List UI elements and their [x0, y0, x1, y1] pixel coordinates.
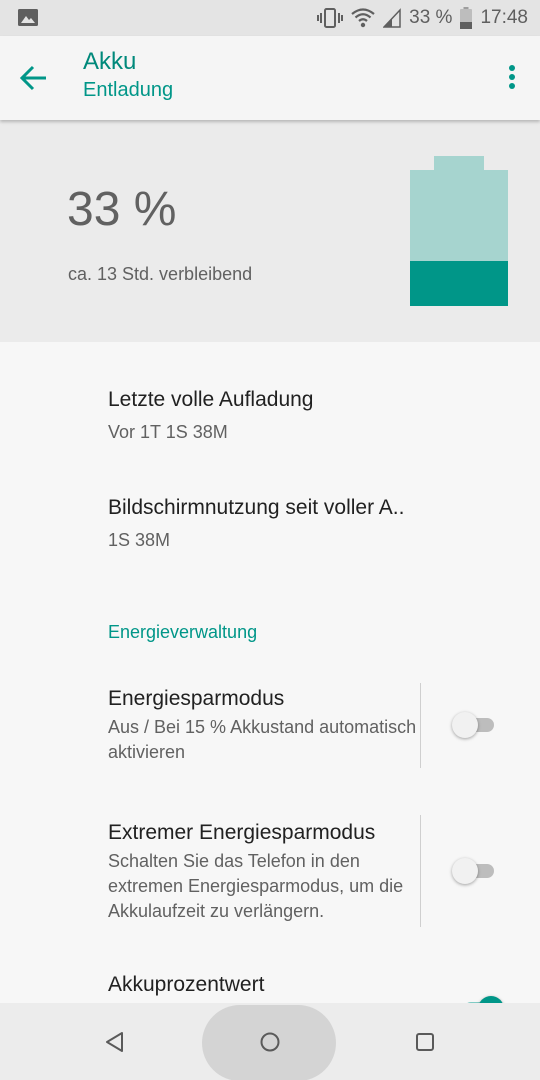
battery-remaining-time: ca. 13 Std. verbleibend	[68, 264, 253, 284]
list-item-title: Bildschirmnutzung seit voller A..	[108, 496, 405, 519]
screen-usage-item[interactable]: Bildschirmnutzung seit voller A.. 1S 38M	[108, 496, 404, 552]
more-vert-icon	[509, 65, 515, 89]
list-item-summary: Vor 1T 1S 38M	[108, 422, 228, 442]
nav-home-icon-wrap	[245, 1003, 295, 1080]
back-triangle-icon	[106, 1031, 123, 1052]
switch-thumb	[452, 858, 478, 884]
switch-thumb	[452, 712, 478, 738]
pref-title: Energiesparmodus	[108, 687, 285, 710]
nav-recents-button[interactable]	[400, 1003, 450, 1080]
pref-summary: Aus / Bei 15 % Akkustand automatisch akt…	[108, 717, 417, 762]
section-header-power-management: Energieverwaltung	[108, 622, 258, 642]
page-title: Akku	[83, 48, 137, 75]
last-full-charge-item[interactable]: Letzte volle Aufladung Vor 1T 1S 38M	[108, 388, 314, 444]
status-time: 17:48	[480, 7, 528, 28]
nav-back-button[interactable]	[90, 1003, 140, 1080]
status-bar: 33 % 17:48	[0, 0, 540, 36]
extreme-battery-saver-switch[interactable]	[452, 856, 498, 886]
arrow-back-icon	[19, 65, 46, 91]
divider	[420, 683, 421, 768]
pref-title: Extremer Energiesparmodus	[108, 821, 376, 844]
app-bar: Akku Entladung	[0, 36, 540, 120]
wifi-icon	[351, 8, 375, 28]
pref-summary: Schalten Sie das Telefon in den extremen…	[108, 851, 404, 921]
battery-summary: 33 % ca. 13 Std. verbleibend	[0, 120, 540, 342]
extreme-battery-saver-pref[interactable]: Extremer Energiesparmodus Schalten Sie d…	[108, 821, 418, 924]
list-item-title: Letzte volle Aufladung	[108, 388, 314, 411]
battery-cap	[434, 156, 484, 170]
battery-level-graphic	[410, 156, 508, 306]
battery-percentage-pref[interactable]: Akkuprozentwert	[108, 973, 418, 997]
status-battery-text: 33 %	[409, 7, 453, 28]
home-circle-icon	[260, 1032, 280, 1051]
divider	[420, 815, 421, 927]
pref-title: Akkuprozentwert	[108, 973, 265, 996]
navigation-bar	[0, 1003, 540, 1080]
overflow-menu-button[interactable]	[500, 58, 524, 98]
battery-saver-pref[interactable]: Energiesparmodus Aus / Bei 15 % Akkustan…	[108, 687, 418, 765]
recents-square-icon	[416, 1032, 434, 1051]
battery-body	[410, 170, 508, 306]
list-item-summary: 1S 38M	[108, 530, 171, 550]
battery-fill	[410, 261, 508, 306]
page-subtitle: Entladung	[83, 79, 174, 101]
back-button[interactable]	[14, 58, 54, 98]
vibrate-icon	[317, 8, 344, 28]
battery-percentage: 33 %	[67, 183, 177, 236]
battery-saver-switch[interactable]	[452, 710, 498, 740]
cell-signal-icon	[383, 8, 401, 28]
battery-icon	[460, 7, 473, 29]
gallery-icon	[18, 9, 38, 26]
